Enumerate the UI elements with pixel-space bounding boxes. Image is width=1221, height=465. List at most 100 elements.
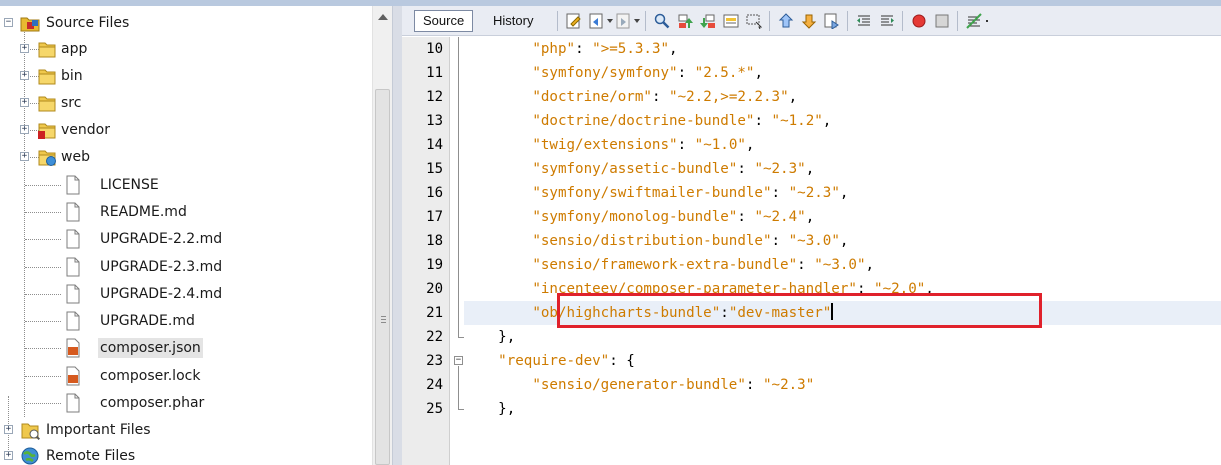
back-icon[interactable] — [589, 13, 605, 29]
tree-node-remote-files[interactable]: Remote Files — [0, 443, 372, 465]
toggle-bookmark-icon[interactable] — [824, 13, 840, 29]
collapse-icon[interactable] — [4, 18, 13, 27]
tree-node-file[interactable]: UPGRADE-2.3.md — [0, 254, 372, 280]
json-punct: : — [771, 233, 789, 249]
shift-right-icon[interactable] — [879, 13, 895, 29]
scrollbar-thumb[interactable] — [375, 89, 390, 465]
project-tree[interactable]: Source Files app bin src — [0, 6, 372, 465]
tree-node-file[interactable]: LICENSE — [0, 172, 372, 198]
tree-node-composer-lock[interactable]: composer.lock — [0, 363, 372, 389]
tree-label: src — [61, 95, 82, 111]
code-line[interactable]: "sensio/framework-extra-bundle": "~3.0", — [464, 253, 1221, 277]
code-line[interactable]: "php": ">=5.3.3", — [464, 37, 1221, 61]
tree-label: Remote Files — [46, 448, 136, 464]
comment-icon[interactable] — [966, 13, 982, 29]
shift-left-icon[interactable] — [856, 13, 872, 29]
toggle-highlight-icon[interactable] — [723, 13, 739, 29]
tree-label: LICENSE — [100, 177, 159, 193]
tree-label: app — [61, 41, 88, 57]
tree-node-app[interactable]: app — [0, 36, 372, 62]
dropdown-arrow-icon[interactable] — [607, 19, 613, 23]
next-bookmark-icon[interactable] — [801, 13, 817, 29]
history-tab[interactable]: History — [484, 10, 542, 32]
toolbar-overflow-icon[interactable] — [986, 20, 988, 22]
code-editor[interactable]: 10 11 12 13 14 15 16 17 18 19 20 21 22 2… — [402, 37, 1221, 465]
source-tab[interactable]: Source — [414, 10, 474, 32]
json-punct: : — [677, 137, 695, 153]
tree-node-source-files[interactable]: Source Files — [0, 10, 372, 36]
code-line[interactable]: "sensio/generator-bundle": "~2.3" — [464, 373, 1221, 397]
tree-node-bin[interactable]: bin — [0, 63, 372, 89]
line-number: 22 — [426, 329, 443, 345]
json-punct: : — [745, 377, 763, 393]
code-line[interactable]: "require-dev": { — [464, 349, 1221, 373]
json-key: "php" — [532, 41, 576, 57]
expand-icon[interactable] — [4, 451, 13, 460]
json-value: "~2.4" — [754, 209, 806, 225]
code-line[interactable]: "symfony/assetic-bundle": "~2.3", — [464, 157, 1221, 181]
code-line[interactable]: "symfony/monolog-bundle": "~2.4", — [464, 205, 1221, 229]
find-next-icon[interactable] — [700, 13, 716, 29]
code-line[interactable]: }, — [464, 325, 1221, 349]
json-key: "require-dev" — [498, 353, 610, 369]
stop-macro-icon[interactable] — [934, 13, 950, 29]
code-line[interactable]: "doctrine/doctrine-bundle": "~1.2", — [464, 109, 1221, 133]
expand-icon[interactable] — [20, 152, 29, 161]
code-line[interactable]: "twig/extensions": "~1.0", — [464, 133, 1221, 157]
folder-error-icon — [38, 123, 56, 139]
expand-icon[interactable] — [20, 125, 29, 134]
folder-icon — [38, 42, 56, 58]
code-line[interactable]: "doctrine/orm": "~2.2,>=2.2.3", — [464, 85, 1221, 109]
select-rect-icon[interactable] — [746, 13, 762, 29]
tree-node-composer-json[interactable]: composer.json — [0, 335, 372, 361]
line-number: 11 — [426, 65, 443, 81]
tree-node-web[interactable]: web — [0, 144, 372, 170]
tree-node-vendor[interactable]: vendor — [0, 117, 372, 143]
last-edit-icon[interactable] — [566, 13, 582, 29]
scroll-up-arrow-icon[interactable] — [378, 14, 388, 20]
tree-node-file[interactable]: README.md — [0, 199, 372, 225]
toolbar-separator — [847, 11, 848, 31]
tree-scrollbar[interactable] — [372, 6, 392, 465]
tree-connector — [25, 403, 61, 404]
expand-icon[interactable] — [20, 71, 29, 80]
start-macro-icon[interactable] — [911, 13, 927, 29]
json-value: ">=5.3.3" — [592, 41, 670, 57]
json-value: "~2.2,>=2.2.3" — [669, 89, 789, 105]
json-punct: , — [839, 185, 849, 201]
expand-icon[interactable] — [20, 98, 29, 107]
tree-node-src[interactable]: src — [0, 90, 372, 116]
expand-icon[interactable] — [4, 425, 13, 434]
code-line[interactable]: "symfony/swiftmailer-bundle": "~2.3", — [464, 181, 1221, 205]
tree-node-file[interactable]: UPGRADE-2.4.md — [0, 281, 372, 307]
find-icon[interactable] — [654, 13, 670, 29]
editor-toolbar: Source History — [402, 6, 1221, 36]
tree-node-important-files[interactable]: Important Files — [0, 417, 372, 443]
json-punct: : — [737, 161, 755, 177]
line-number: 20 — [426, 281, 443, 297]
code-line[interactable]: "symfony/symfony": "2.5.*", — [464, 61, 1221, 85]
line-number: 17 — [426, 209, 443, 225]
json-value: "~1.0" — [694, 137, 746, 153]
json-punct: : — [797, 257, 815, 273]
previous-bookmark-icon[interactable] — [778, 13, 794, 29]
find-previous-icon[interactable] — [677, 13, 693, 29]
code-line[interactable]: }, — [464, 397, 1221, 421]
forward-icon[interactable] — [616, 13, 632, 29]
code-line[interactable]: "sensio/distribution-bundle": "~3.0", — [464, 229, 1221, 253]
dropdown-arrow-icon[interactable] — [634, 19, 640, 23]
tree-node-file[interactable]: composer.phar — [0, 390, 372, 416]
tree-node-file[interactable]: UPGRADE-2.2.md — [0, 226, 372, 252]
fold-collapse-icon[interactable]: − — [454, 356, 463, 365]
line-number: 15 — [426, 161, 443, 177]
panel-splitter[interactable] — [392, 6, 402, 465]
tree-node-file[interactable]: UPGRADE.md — [0, 308, 372, 334]
json-key: "symfony/monolog-bundle" — [532, 209, 738, 225]
expand-icon[interactable] — [20, 44, 29, 53]
